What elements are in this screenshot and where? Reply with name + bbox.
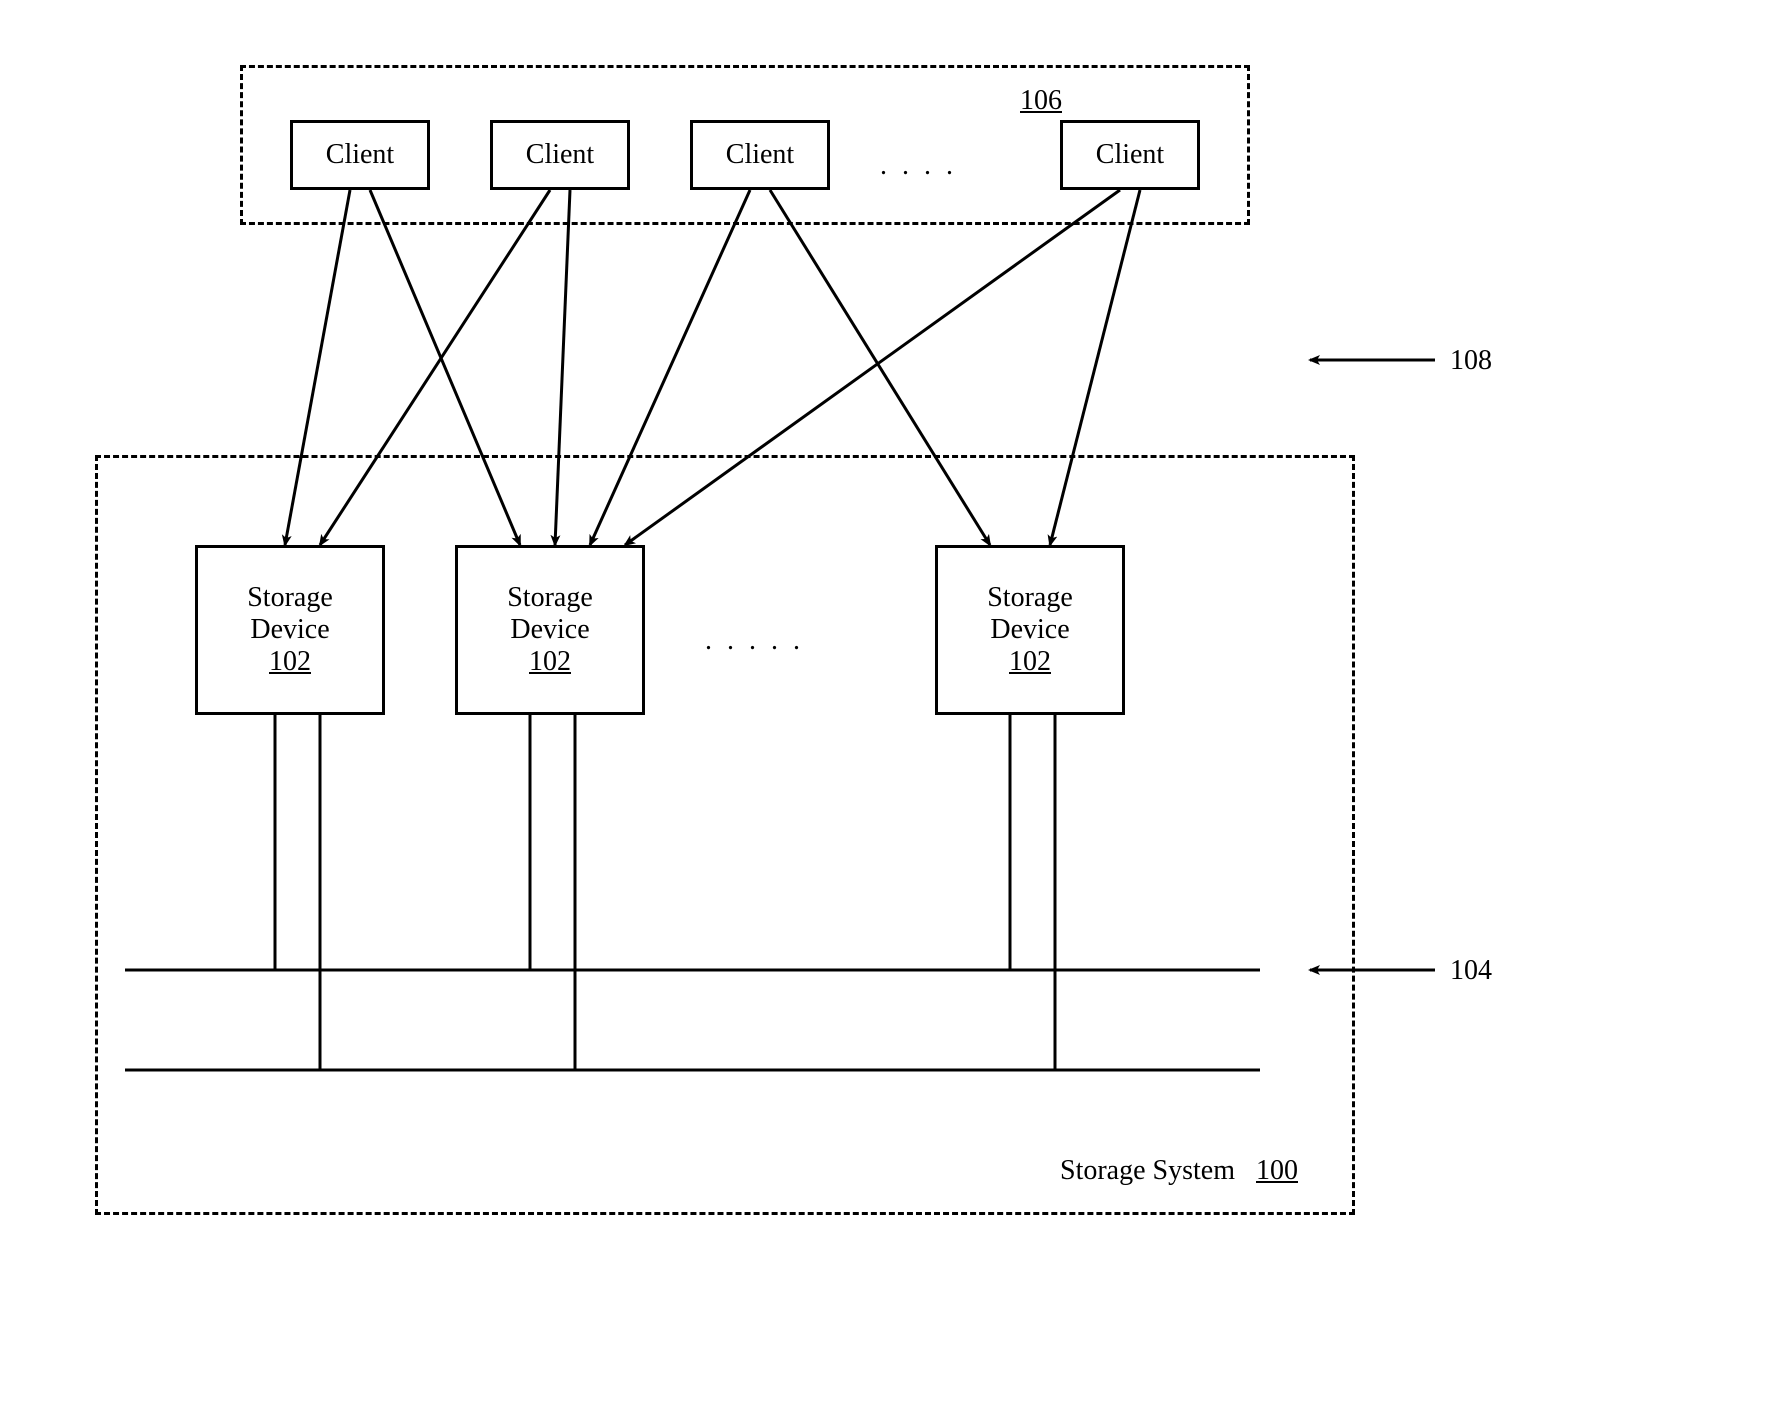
client-box-1: Client (290, 120, 430, 190)
storage-device-box-3: Storage Device 102 (935, 545, 1125, 715)
clients-group-ref-label: 106 (1020, 85, 1062, 117)
storage-device-line1: Storage (987, 582, 1073, 614)
network-ref-label: 108 (1450, 345, 1492, 377)
storage-device-ref: 102 (529, 646, 571, 678)
client-label: Client (1096, 139, 1164, 171)
client-label: Client (526, 139, 594, 171)
storage-devices-ellipsis: . . . . . (705, 625, 804, 657)
storage-device-line1: Storage (247, 582, 333, 614)
clients-ellipsis: . . . . (880, 150, 957, 182)
diagram-canvas: 106 Client Client Client . . . . Client … (0, 0, 1785, 1405)
storage-device-box-1: Storage Device 102 (195, 545, 385, 715)
storage-system-title: Storage System 100 (1060, 1155, 1298, 1187)
storage-device-line2: Device (250, 614, 329, 646)
client-box-4: Client (1060, 120, 1200, 190)
client-label: Client (726, 139, 794, 171)
storage-device-line2: Device (990, 614, 1069, 646)
client-box-2: Client (490, 120, 630, 190)
storage-device-line2: Device (510, 614, 589, 646)
storage-device-ref: 102 (269, 646, 311, 678)
bus-ref-label: 104 (1450, 955, 1492, 987)
client-box-3: Client (690, 120, 830, 190)
storage-device-ref: 102 (1009, 646, 1051, 678)
storage-device-box-2: Storage Device 102 (455, 545, 645, 715)
storage-device-line1: Storage (507, 582, 593, 614)
client-label: Client (326, 139, 394, 171)
